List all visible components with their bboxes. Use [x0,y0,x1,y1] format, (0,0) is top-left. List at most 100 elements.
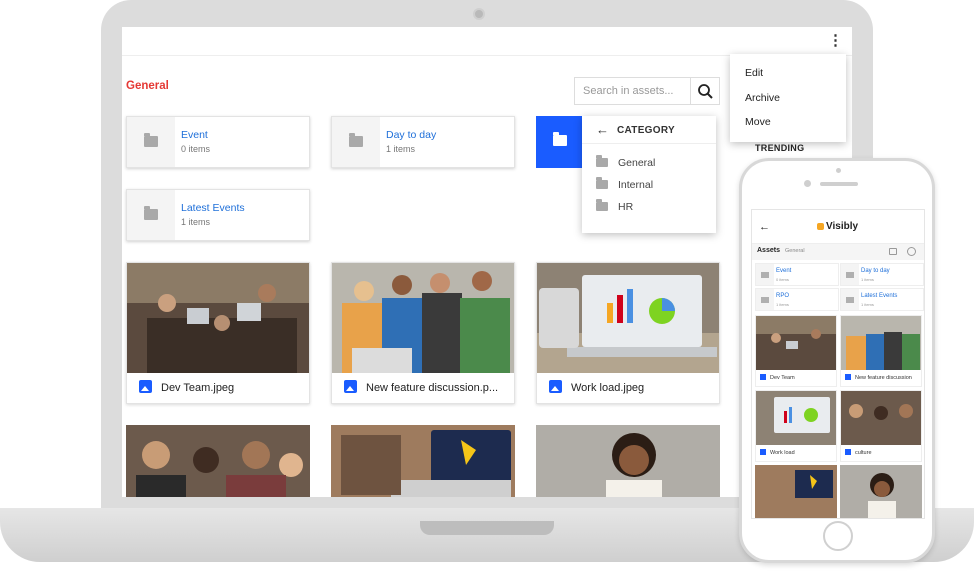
asset-card[interactable]: New feature discussion [840,315,922,387]
folder-icon [596,177,608,189]
page-title: General [126,80,169,92]
back-arrow-icon[interactable]: ← [596,122,609,137]
folder-count: 0 items [181,144,211,154]
assets-sublabel: General [785,248,805,254]
category-menu-header: ← CATEGORY [582,116,716,144]
image-icon [139,380,152,393]
folder-count: 1 items [386,144,416,154]
asset-name: New feature discussion [845,374,912,381]
asset-name: Work load [760,449,795,456]
asset-name: New feature discussion.p... [344,380,498,394]
folder-name: Event [181,129,208,141]
folder-name: Day to day [861,268,890,274]
search-icon [698,84,713,99]
folder-icon-box [127,190,175,240]
folder-count: 1 items [181,217,211,227]
laptop-camera [473,8,485,20]
asset-photo [536,425,720,497]
category-item-general[interactable]: General [596,155,656,169]
asset-photo [331,425,515,497]
folder-icon [144,206,158,220]
category-item-label: General [618,157,656,169]
menu-item-archive[interactable]: Archive [745,92,780,104]
folder-count: 1 items [776,302,789,307]
category-item-hr[interactable]: HR [596,199,634,213]
asset-name-label: New feature discussion.p... [366,382,499,394]
folder-card[interactable]: RPO 1 items [755,288,839,311]
phone-camera [804,180,811,187]
asset-name-label: Work load [770,450,795,456]
folder-icon [841,264,859,285]
asset-card[interactable]: Dev Team.jpeg [126,262,310,404]
folder-icon-box [332,117,380,167]
image-icon [845,449,851,455]
folder-count: 1 items [861,277,874,282]
folder-icon [349,133,363,147]
folder-icon [756,264,774,285]
asset-card[interactable]: Work load.jpeg [536,262,720,404]
menu-item-edit[interactable]: Edit [745,67,763,79]
folder-count: 1 items [861,302,874,307]
phone-screen: ← Visibly Assets General Event 0 items Da… [751,209,925,519]
asset-photo [756,391,836,445]
menu-item-move[interactable]: Move [745,116,771,128]
category-item-label: HR [618,201,634,213]
add-icon[interactable] [907,247,916,256]
asset-name-label: New feature discussion [855,375,912,381]
asset-photo [840,465,922,518]
folder-icon [596,155,608,167]
asset-name: culture [845,449,872,456]
asset-photo [537,263,719,373]
asset-card[interactable]: culture [840,390,922,462]
image-icon [344,380,357,393]
phone-sensor [836,168,841,173]
folder-card[interactable]: Latest Events 1 items [126,189,310,241]
folder-icon [596,199,608,211]
asset-card[interactable]: Work load [755,390,837,462]
asset-photo [841,316,921,370]
asset-card[interactable]: Dev Team [755,315,837,387]
category-menu: ← CATEGORY General Internal HR [582,116,716,233]
folder-name: Day to day [386,129,437,141]
image-icon [845,374,851,380]
asset-name-label: Dev Team.jpeg [161,382,235,394]
category-item-internal[interactable]: Internal [596,177,653,191]
asset-card[interactable]: New feature discussion.p... [331,262,515,404]
asset-name-label: Dev Team [770,375,795,381]
phone-home-button[interactable] [823,521,853,551]
category-menu-title: CATEGORY [617,125,675,136]
folder-name: RPO [776,293,790,299]
asset-photo [332,263,514,373]
folder-card[interactable]: Event 0 items [755,263,839,286]
search-button[interactable] [690,77,720,105]
folder-icon [553,132,567,146]
folder-count: 0 items [776,277,789,282]
folder-icon [144,133,158,147]
camera-icon[interactable] [889,248,897,255]
folder-name: Latest Events [861,293,898,299]
image-icon [760,374,766,380]
asset-photo [756,316,836,370]
asset-name-label: Work load.jpeg [571,382,645,394]
asset-photo [127,263,309,373]
phone-header: ← Visibly [752,210,924,244]
image-icon [549,380,562,393]
trending-label: TRENDING [755,143,805,153]
folder-name: Event [776,268,792,274]
asset-name-label: culture [855,450,872,456]
more-options-icon[interactable]: ⋮ [828,31,843,51]
folder-icon [841,289,859,310]
asset-name: Work load.jpeg [549,380,644,394]
laptop-notch [420,521,554,535]
back-arrow-icon[interactable]: ← [759,221,770,233]
folder-card[interactable]: Latest Events 1 items [840,288,924,311]
folder-card[interactable]: Event 0 items [126,116,310,168]
image-icon [760,449,766,455]
asset-name: Dev Team [760,374,795,381]
folder-card[interactable]: Day to day 1 items [840,263,924,286]
folder-card[interactable]: Day to day 1 items [331,116,515,168]
asset-photo [126,425,310,497]
selected-folder[interactable] [536,116,584,168]
context-menu: Edit Archive Move [730,54,846,142]
assets-label: Assets [757,247,780,254]
